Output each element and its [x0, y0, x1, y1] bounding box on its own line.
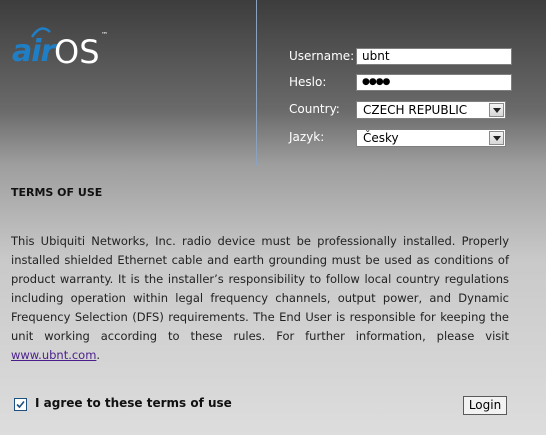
username-label: Username:: [289, 49, 355, 63]
chevron-down-icon[interactable]: [489, 131, 504, 145]
country-label: Country:: [289, 102, 340, 116]
airos-logo: air OS ™: [12, 26, 112, 72]
language-select-value: Česky: [363, 131, 399, 145]
logo-air-text: air: [12, 34, 55, 69]
terms-body-end: .: [96, 348, 101, 362]
country-select-value: CZECH REPUBLIC: [363, 103, 468, 117]
terms-title: TERMS OF USE: [11, 186, 103, 199]
logo-os-text: OS: [54, 33, 100, 71]
header-divider: [256, 0, 257, 166]
chevron-down-icon[interactable]: [489, 103, 504, 117]
password-input[interactable]: ●●●●: [356, 74, 512, 91]
trademark-symbol: ™: [101, 31, 108, 39]
country-select[interactable]: CZECH REPUBLIC: [356, 101, 506, 119]
language-select[interactable]: Česky: [356, 129, 506, 147]
password-label: Heslo:: [289, 75, 327, 89]
agree-label: I agree to these terms of use: [35, 396, 232, 410]
terms-body-text: This Ubiquiti Networks, Inc. radio devic…: [11, 234, 509, 343]
terms-text: This Ubiquiti Networks, Inc. radio devic…: [11, 232, 509, 365]
agree-checkbox[interactable]: [14, 398, 27, 411]
ubnt-link[interactable]: www.ubnt.com: [11, 348, 96, 362]
language-label: Jazyk:: [289, 130, 325, 144]
login-button[interactable]: Login: [463, 396, 507, 415]
checkmark-icon: [16, 400, 25, 409]
username-input[interactable]: ubnt: [356, 48, 512, 65]
